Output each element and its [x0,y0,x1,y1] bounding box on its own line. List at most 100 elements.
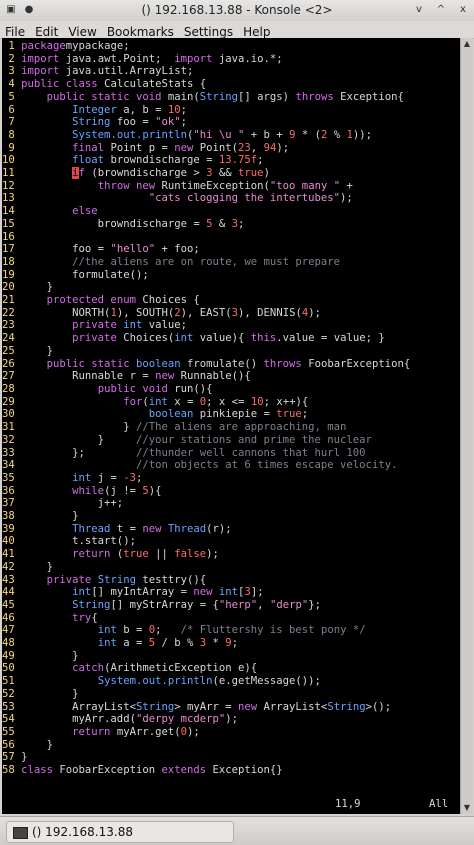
code-token: / b % [155,637,200,650]
line-number: 35 [2,471,22,484]
line-number: 27 [2,370,22,383]
scroll-position: All [429,798,449,810]
code-token: } [21,281,54,294]
code-line: 14 else [2,205,460,218]
code-token: run(){ [167,382,213,395]
code-token: new [174,141,194,154]
code-line: 15 browndischarge = 5 & 3; [2,218,460,231]
code-token: (j != [104,484,143,497]
code-token: import [21,52,60,65]
code-token: "cats clogging the intertubes" [148,192,341,205]
code-line: 51 System.out.println(e.getMessage()); [2,675,460,688]
cursor-position: 11,9 [335,798,361,810]
code-token: new [193,586,213,599]
code-token: ), EAST( [180,306,232,319]
line-number: 49 [2,649,22,662]
code-token: "derp" [269,598,309,611]
code-token: , [250,141,264,154]
code-editor[interactable]: 1 packagemypackage; 2 import java.awt.Po… [2,40,460,777]
menu-file[interactable]: File [0,23,30,39]
code-token: //the aliens are on route, we must prepa… [72,255,341,268]
scroll-up-icon[interactable]: ▲ [461,38,473,50]
code-line: 29 for(int x = 0; x <= 10; x++){ [2,396,460,409]
code-line: 33 }; //thunder well cannons that hurl 1… [2,447,460,460]
line-number: 8 [2,128,22,141]
code-token: Exception{ [333,90,404,103]
code-token: } [21,560,54,573]
code-token: } [21,510,79,523]
line-number: 26 [2,357,22,370]
code-token: formulate(); [21,268,149,281]
code-token: public void [97,382,168,395]
code-token: + foo; [155,243,200,256]
line-number: 21 [2,294,22,307]
code-line: 12 throw new RuntimeException("too many … [2,180,460,193]
code-token: "too many " [269,179,341,192]
menu-help[interactable]: Help [238,23,275,39]
code-token: browndischarge = [104,154,219,167]
code-line: 30 boolean pinkiepie = true; [2,408,460,421]
menu-view[interactable]: View [63,23,101,39]
vim-status-line: 11,9 All [2,798,460,812]
code-line: 16 [2,231,460,244]
code-line: 55 return myArr.get(0); [2,726,460,739]
code-token: public class [21,78,98,91]
code-token: mypackage; [65,40,130,52]
menu-settings[interactable]: Settings [179,23,238,39]
scroll-down-icon[interactable]: ▼ [461,802,473,814]
line-number: 34 [2,459,22,472]
line-number: 16 [2,230,22,243]
line-number: 6 [2,103,22,116]
line-number: 31 [2,421,22,434]
menubar: File Edit View Bookmarks Settings Help [0,21,474,39]
minimize-button[interactable]: v [412,3,426,17]
code-token: browndischarge = [21,217,207,230]
code-line: 25 } [2,345,460,358]
line-number: 20 [2,281,22,294]
line-number: 10 [2,154,22,167]
menu-edit[interactable]: Edit [30,23,63,39]
code-token: String [199,90,239,103]
code-line: 27 Runnable r = new Runnable(){ [2,370,460,383]
line-number: 37 [2,497,22,510]
close-button[interactable]: x [456,3,470,17]
menu-bookmarks[interactable]: Bookmarks [102,23,179,39]
code-line: 10 float browndischarge = 13.75f; [2,154,460,167]
code-token: (r); [206,522,232,535]
code-token: ; x <= [206,395,251,408]
window-titlebar[interactable]: ▣ ● () 192.168.13.88 - Konsole <2> v ^ x [0,0,474,22]
line-number: 56 [2,738,22,751]
code-token: /* Fluttershy is best pony */ [180,624,366,637]
code-line: 17 foo = "hello" + foo; [2,243,460,256]
code-token: value; [142,319,188,332]
code-line: 5 public static void main(String[] args)… [2,91,460,104]
code-token: new [142,522,162,535]
line-number: 12 [2,179,22,192]
code-line: 31 } //The aliens are approaching, man [2,421,460,434]
code-token: catch [72,662,105,675]
code-token: 94 [263,141,277,154]
code-token: ); [308,306,321,319]
line-number: 47 [2,624,22,637]
maximize-button[interactable]: ^ [434,3,448,17]
code-token: j = [91,471,124,484]
taskbar-item-konsole[interactable]: () 192.168.13.88 [6,821,234,843]
code-token: b = [116,624,149,637]
code-line: 58 class FoobarException extends Excepti… [2,764,460,777]
code-token: ( [110,548,124,561]
code-token: ; [257,154,264,167]
terminal-icon [13,826,28,839]
code-token: int [72,471,92,484]
terminal-scrollbar[interactable]: ▲ ▼ [460,38,473,814]
terminal-view[interactable]: 1 packagemypackage; 2 import java.awt.Po… [2,38,460,814]
code-token: "ok" [155,116,181,129]
